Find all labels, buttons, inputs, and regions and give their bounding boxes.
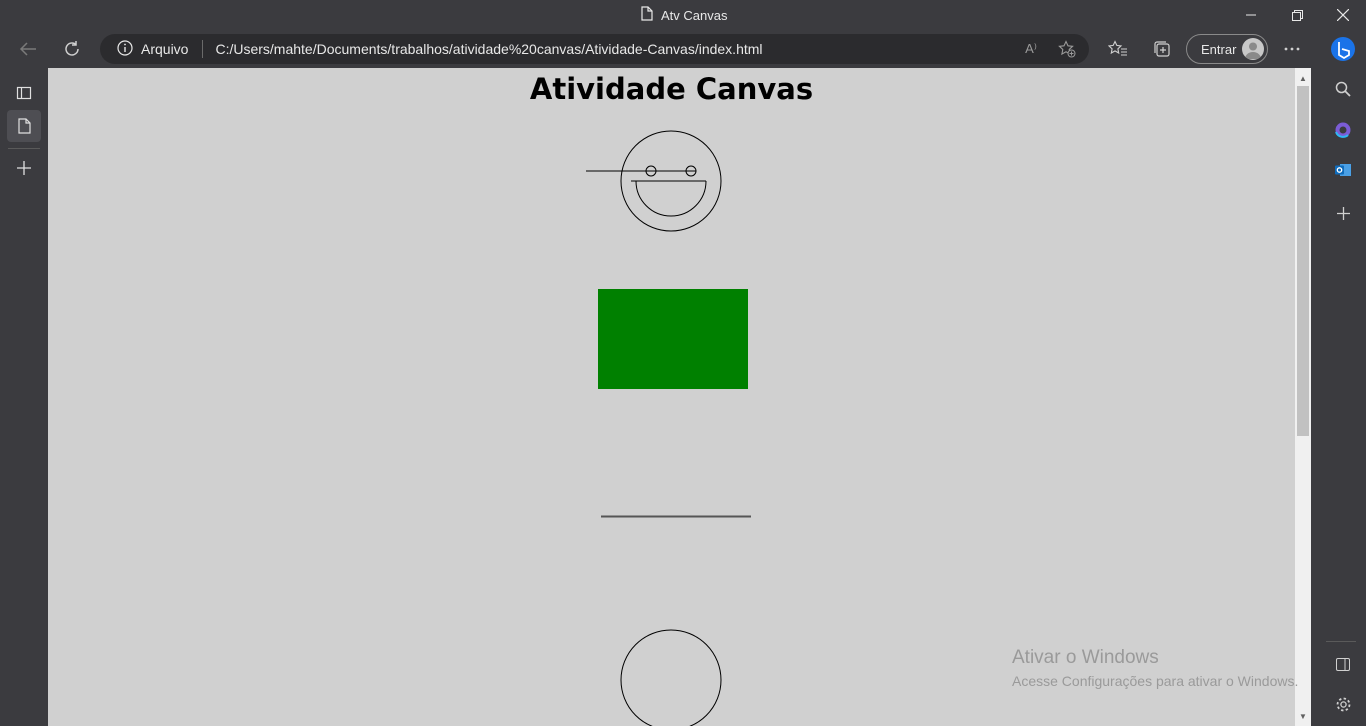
bing-chat-icon[interactable]: [1327, 33, 1359, 65]
sidebar-divider: [1326, 641, 1356, 642]
browser-toolbar: Arquivo C:/Users/mahte/Documents/trabalh…: [0, 30, 1320, 68]
watermark-title: Ativar o Windows: [1012, 647, 1159, 668]
new-tab-button[interactable]: [7, 152, 41, 184]
sidebar-gutter: [1311, 68, 1320, 726]
page-heading: Atividade Canvas: [529, 72, 814, 106]
window-title-group: Atv Canvas: [641, 6, 727, 24]
scroll-up-arrow[interactable]: ▲: [1295, 70, 1311, 86]
url-text[interactable]: C:/Users/mahte/Documents/trabalhos/ativi…: [215, 41, 762, 57]
sign-in-label: Entrar: [1201, 41, 1237, 57]
refresh-button[interactable]: [56, 33, 88, 65]
back-button[interactable]: [12, 33, 44, 65]
page-viewport: Atividade Canvas: [48, 68, 1295, 726]
close-button[interactable]: [1320, 0, 1366, 30]
copilot-icon[interactable]: [1327, 114, 1359, 146]
tab-atv-canvas[interactable]: [7, 110, 41, 142]
info-icon: [117, 39, 133, 59]
site-info-button[interactable]: Arquivo: [117, 39, 189, 59]
green-rectangle: [598, 289, 748, 389]
rectangle-canvas: [598, 289, 748, 389]
scroll-down-arrow[interactable]: ▼: [1295, 708, 1311, 724]
windows-activation-watermark: Ativar o Windows Acesse Configurações pa…: [1012, 647, 1298, 689]
line-canvas: [601, 515, 751, 518]
more-menu-button[interactable]: [1276, 33, 1308, 65]
mouth-arc: [631, 180, 707, 217]
add-favorite-icon[interactable]: [1056, 39, 1078, 59]
vertical-tabs-bar: [0, 68, 48, 726]
address-bar[interactable]: Arquivo C:/Users/mahte/Documents/trabalh…: [100, 34, 1089, 64]
document-icon: [641, 6, 653, 24]
avatar-icon: [1242, 38, 1264, 60]
minimize-button[interactable]: [1228, 0, 1274, 30]
restore-button[interactable]: [1274, 0, 1320, 30]
page-scrollbar[interactable]: ▲ ▼: [1295, 68, 1311, 726]
scroll-thumb[interactable]: [1297, 86, 1309, 436]
favorites-button[interactable]: [1102, 33, 1134, 65]
watermark-subtitle: Acesse Configurações para ativar o Windo…: [1012, 673, 1299, 689]
read-aloud-icon[interactable]: A⁾: [1020, 39, 1042, 59]
outline-circle: [620, 629, 722, 726]
smiley-canvas: [586, 130, 722, 232]
edge-sidebar: [1320, 30, 1366, 726]
tabs-divider: [8, 148, 40, 149]
window-title: Atv Canvas: [661, 7, 728, 23]
tab-actions-icon[interactable]: [7, 77, 41, 109]
sign-in-button[interactable]: Entrar: [1186, 34, 1268, 64]
address-prefix: Arquivo: [141, 41, 189, 57]
hide-sidebar-icon[interactable]: [1327, 648, 1359, 680]
collections-button[interactable]: [1146, 33, 1178, 65]
sidebar-settings-icon[interactable]: [1327, 688, 1359, 720]
add-sidebar-app-icon[interactable]: [1327, 197, 1359, 229]
search-icon[interactable]: [1327, 73, 1359, 105]
outlook-icon[interactable]: [1327, 154, 1359, 186]
address-divider: [202, 40, 204, 58]
title-bar: Atv Canvas: [0, 0, 1366, 30]
circle-canvas: [620, 629, 722, 726]
